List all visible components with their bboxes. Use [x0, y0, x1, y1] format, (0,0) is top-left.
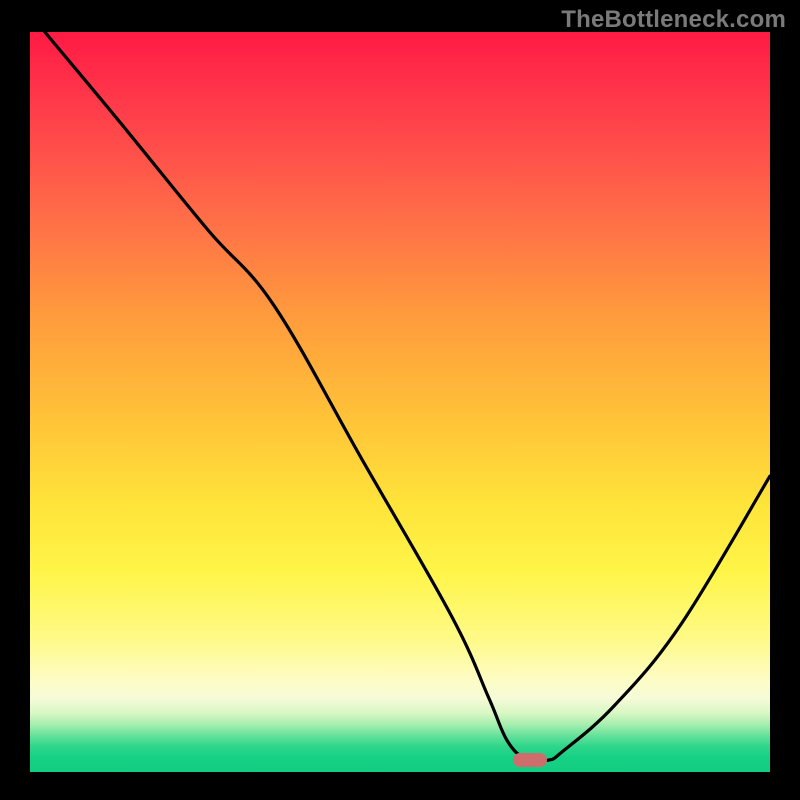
- plot-area: [30, 32, 770, 772]
- chart-frame: TheBottleneck.com: [0, 0, 800, 800]
- watermark-text: TheBottleneck.com: [561, 6, 786, 34]
- optimal-marker: [513, 753, 547, 767]
- bottleneck-curve: [30, 32, 770, 772]
